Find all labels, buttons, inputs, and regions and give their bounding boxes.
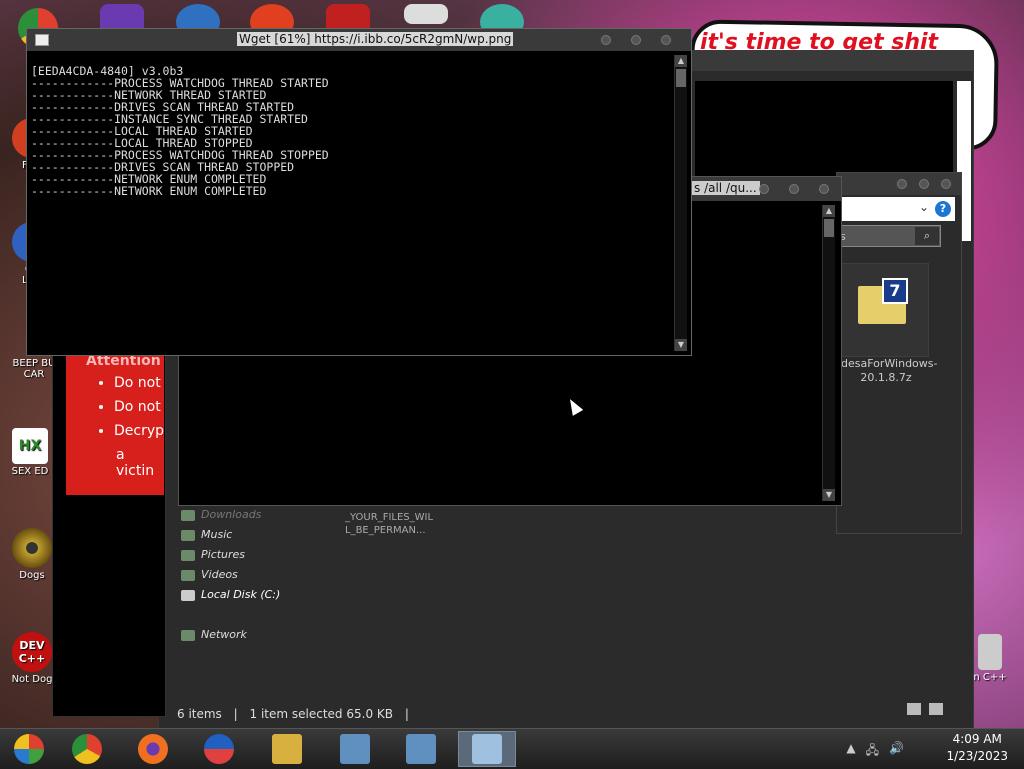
status-selection: 1 item selected 65.0 KB [249,707,393,721]
explorer2-titlebar[interactable] [837,173,961,195]
explorer-nav-pane: Downloads Music Pictures Videos Local Di… [181,505,280,645]
videos-icon [181,569,195,581]
trash-icon [978,634,1002,670]
ransom-list-item: Do not [114,399,164,415]
scroll-up-icon[interactable]: ▲ [823,205,835,217]
scroll-thumb[interactable] [676,69,686,87]
search-icon[interactable]: ⌕ [915,227,939,245]
chevron-down-icon[interactable]: ⌄ [919,200,929,214]
windows-start-icon [14,734,44,764]
hx-icon: HX [12,428,48,464]
console2-title: s /all /qu... [691,181,760,195]
console-system-icon[interactable] [35,34,49,46]
file-explorer-icon [272,734,302,764]
downloads-icon [181,509,195,521]
console-line: ------------NETWORK ENUM COMPLETED [31,184,267,198]
nav-item-pictures[interactable]: Pictures [181,545,280,565]
nav-item-downloads[interactable]: Downloads [181,505,280,525]
vertical-scrollbar[interactable]: ▲ ▼ [822,205,835,501]
system-tray: ▲ 🖧 🔊 [846,741,904,762]
file-name[interactable]: desaForWindows-20.1.8.7z [841,357,937,385]
devcpp-icon: DEV C++ [12,632,52,672]
drive-icon [181,589,195,601]
desktop-icon-label: SEX ED [11,466,49,477]
disc-icon [12,528,52,568]
chrome-icon [72,734,102,764]
help-icon[interactable]: ? [935,201,951,217]
network-icon [181,629,195,641]
taskbar-installer-2[interactable] [392,731,450,767]
pictures-icon [181,549,195,561]
show-hidden-icons-icon[interactable]: ▲ [846,741,855,762]
ransom-list: Do not Do not Decryp [66,375,164,439]
installer-icon-2 [406,734,436,764]
ransom-list-item: Decryp [114,423,164,439]
taskbar-file-explorer[interactable] [258,731,316,767]
7zip-archive-icon: 7 [858,278,908,324]
minimize-button[interactable] [897,179,907,189]
vertical-scrollbar[interactable]: ▲ ▼ [674,55,687,351]
music-icon [181,529,195,541]
details-view-icon[interactable] [907,703,921,715]
obama-logo-icon [204,734,234,764]
maximize-button[interactable] [631,35,641,45]
explorer-status-bar: 6 items | 1 item selected 65.0 KB | [177,707,409,721]
file-tile[interactable]: 7 [841,263,929,357]
nav-item-network[interactable]: Network [181,625,280,645]
close-button[interactable] [819,184,829,194]
maximize-button[interactable] [789,184,799,194]
nav-item-music[interactable]: Music [181,525,280,545]
nav-item-local-disk[interactable]: Local Disk (C:) [181,585,280,605]
console-window-front[interactable]: Wget [61%] https://i.ibb.co/5cR2gmN/wp.p… [26,28,692,356]
taskbar-obama-logo[interactable] [190,731,248,767]
taskbar: ▲ 🖧 🔊 4:09 AM 1/23/2023 [0,728,1024,769]
clock-date: 1/23/2023 [946,749,1008,763]
scroll-up-icon[interactable]: ▲ [675,55,687,67]
minimize-button[interactable] [759,184,769,194]
app-icon[interactable] [404,4,448,24]
clock-time: 4:09 AM [952,732,1002,746]
ransom-file-label[interactable]: _YOUR_FILES_WILL_BE_PERMAN... [345,511,435,537]
scroll-down-icon[interactable]: ▼ [823,489,835,501]
taskbar-console[interactable] [458,731,516,767]
firefox-icon [138,734,168,764]
taskbar-chrome[interactable] [58,731,116,767]
scroll-down-icon[interactable]: ▼ [675,339,687,351]
view-toggle [907,703,943,715]
close-button[interactable] [661,35,671,45]
minimize-button[interactable] [601,35,611,45]
ransom-warning-panel: Attention Do not Do not Decryp a victin [66,345,164,495]
address-bar[interactable]: ⌄ ? [837,197,955,221]
explorer-window-2[interactable]: ⌄ ? s ⌕ 7 desaForWindows-20.1.8.7z [836,172,962,534]
ransom-list-continuation: a victin [116,447,155,479]
maximize-button[interactable] [919,179,929,189]
taskbar-installer[interactable] [326,731,384,767]
start-button[interactable] [0,731,58,767]
large-icons-view-icon[interactable] [929,703,943,715]
clock[interactable]: 4:09 AM 1/23/2023 [946,731,1008,765]
taskbar-firefox[interactable] [124,731,182,767]
volume-icon[interactable]: 🔊 [889,741,904,762]
installer-icon [340,734,370,764]
nav-item-videos[interactable]: Videos [181,565,280,585]
status-item-count: 6 items [177,707,222,721]
console1-titlebar[interactable]: Wget [61%] https://i.ibb.co/5cR2gmN/wp.p… [27,29,691,51]
scroll-thumb[interactable] [824,219,834,237]
close-button[interactable] [941,179,951,189]
console-taskbar-icon [472,734,502,764]
ransom-list-item: Do not [114,375,164,391]
desktop-icon[interactable]: HX SEX ED [0,428,60,477]
console1-title: Wget [61%] https://i.ibb.co/5cR2gmN/wp.p… [237,32,514,46]
network-tray-icon[interactable]: 🖧 [866,741,879,762]
console-output: [EEDA4CDA-4840] v3.0b3 ------------PROCES… [31,53,329,221]
